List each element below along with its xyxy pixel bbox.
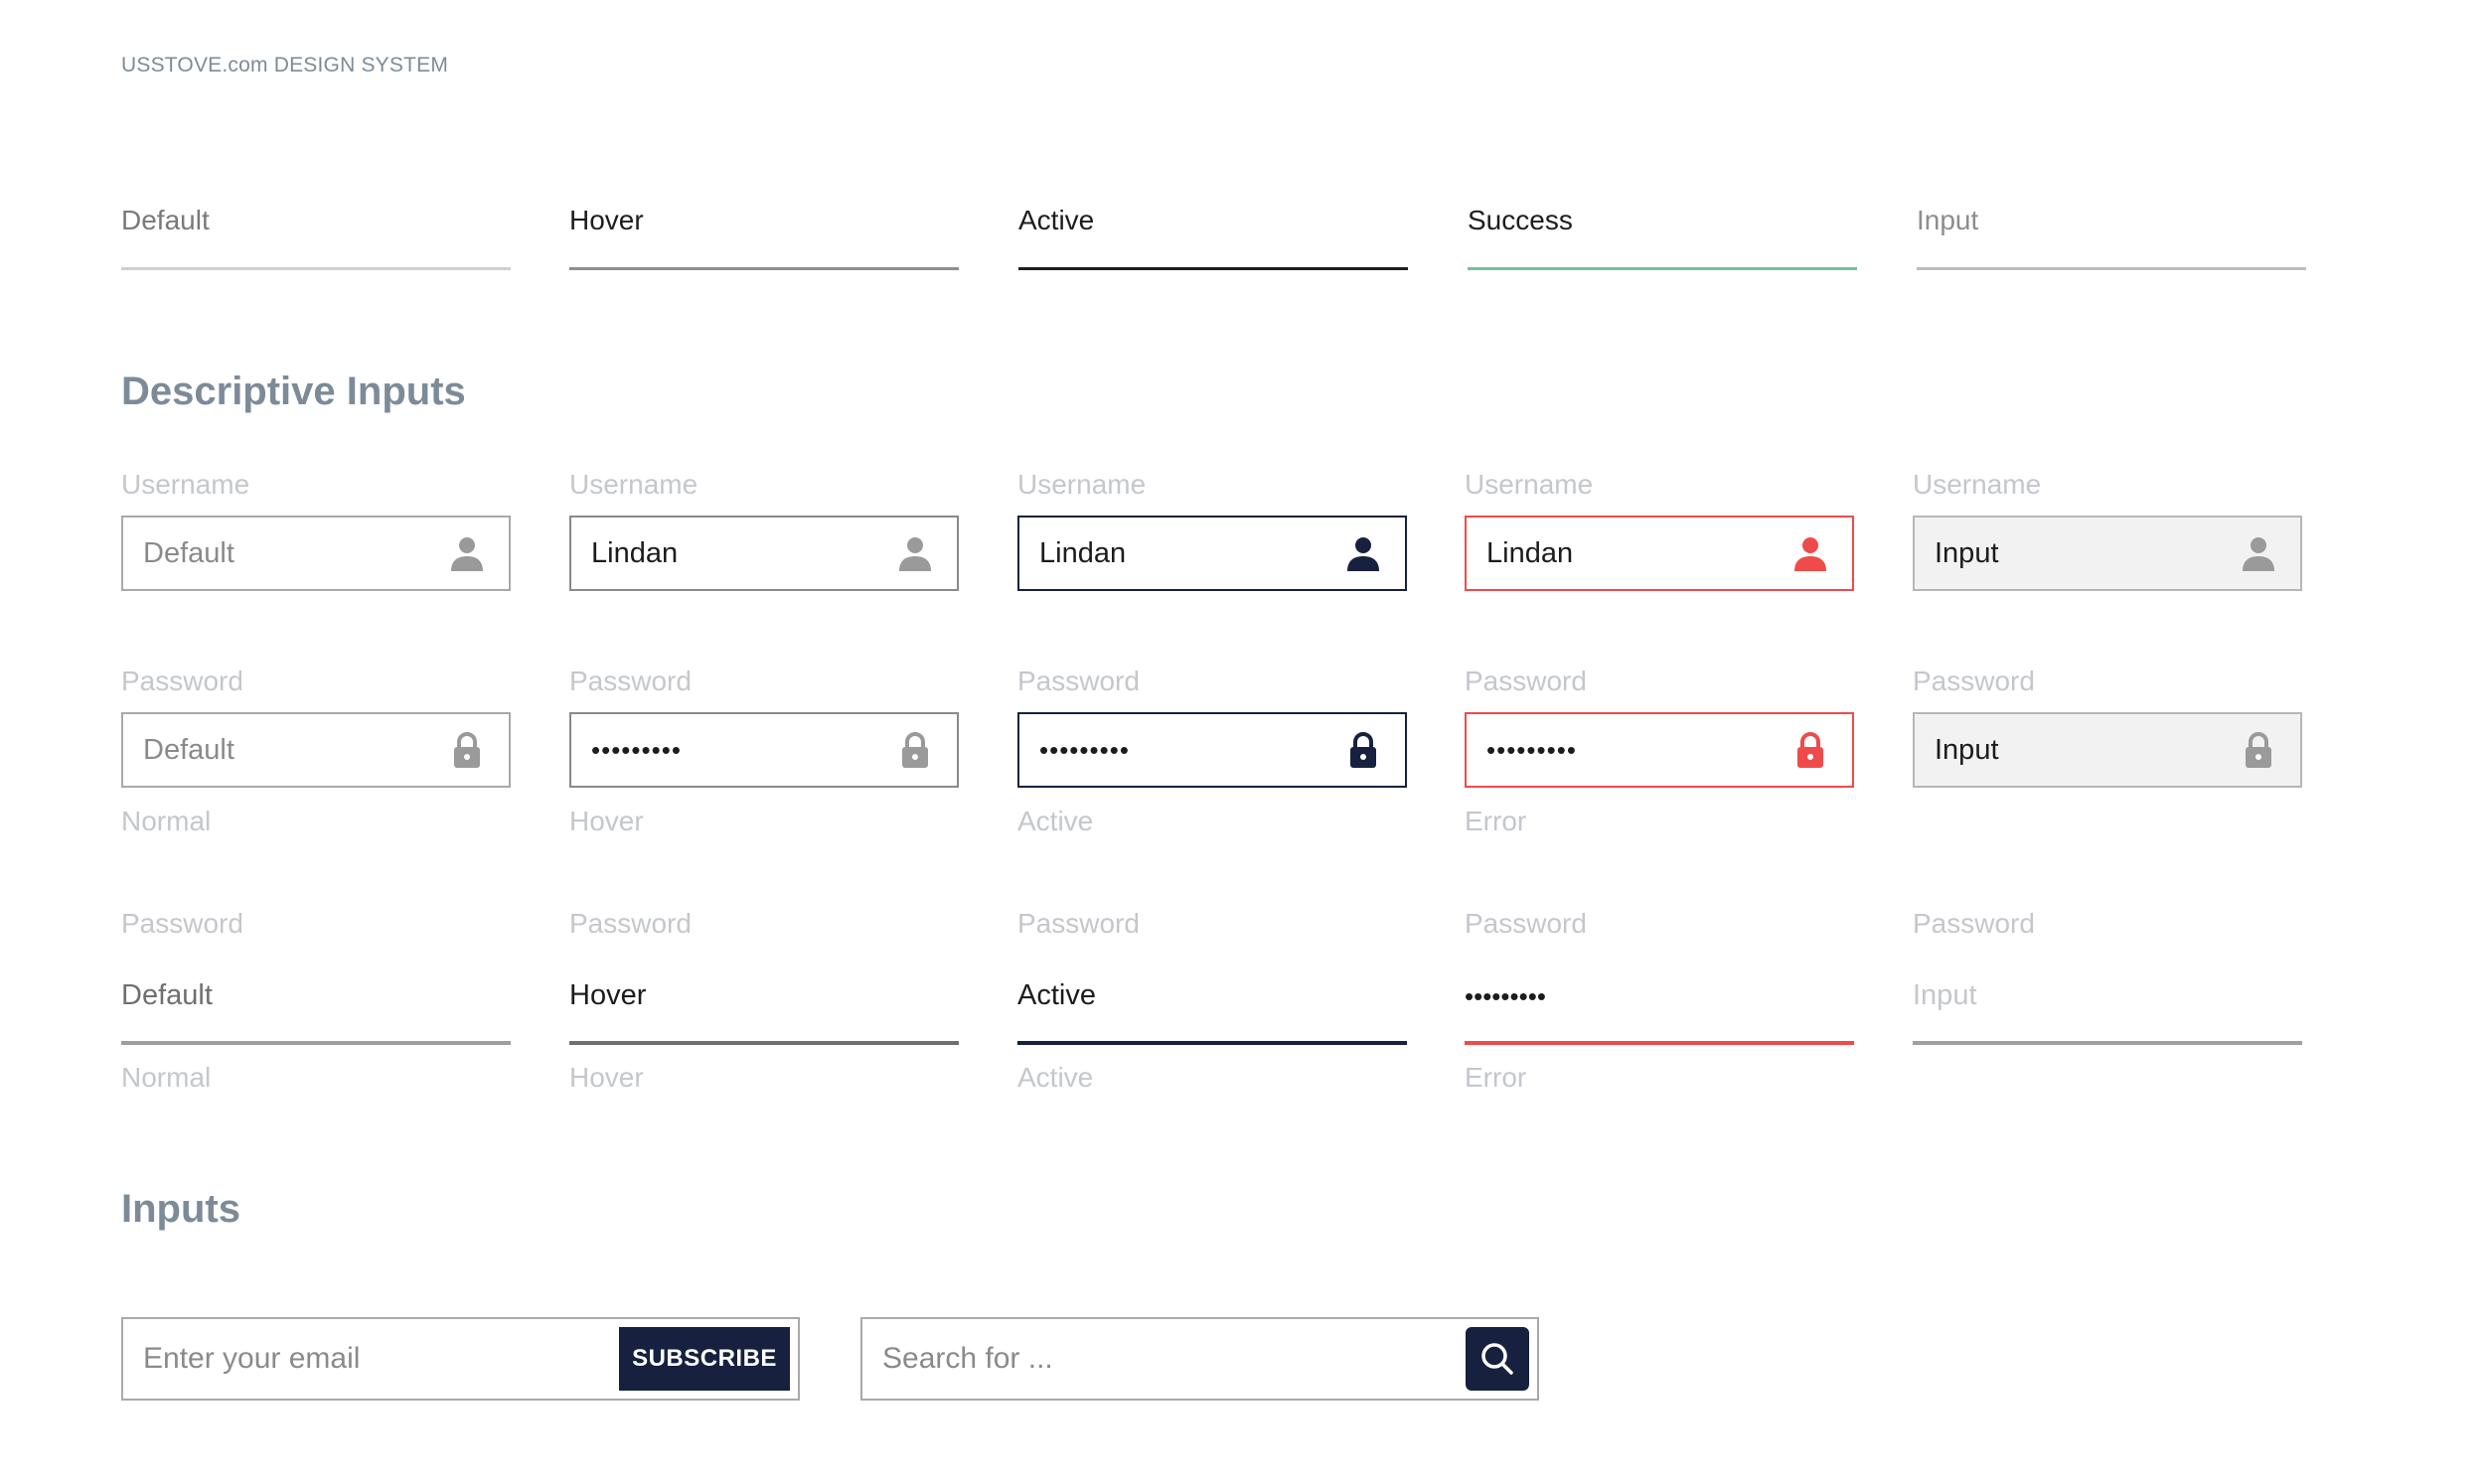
top-input-underline-hover[interactable] <box>569 267 959 270</box>
password-value: Default <box>143 734 234 766</box>
top-input-underline-default[interactable] <box>121 267 511 270</box>
underline-password-value-disabled[interactable]: Input <box>1913 979 1977 1012</box>
top-input-label-success: Success <box>1468 205 1573 235</box>
password-field-error[interactable]: ••••••••• <box>1465 712 1854 788</box>
underline-password-caption: Normal <box>121 1062 212 1093</box>
top-input-underline-success[interactable] <box>1468 267 1857 270</box>
search-input[interactable] <box>882 1319 1439 1399</box>
underline-password-label: Password <box>1017 908 1140 939</box>
email-input[interactable] <box>143 1319 610 1399</box>
password-state-caption: Active <box>1017 806 1094 836</box>
top-input-underline-active[interactable] <box>1018 267 1408 270</box>
password-state-caption: Normal <box>121 806 212 836</box>
top-input-underline-input[interactable] <box>1917 267 2306 270</box>
user-icon <box>895 533 935 573</box>
lock-icon <box>2239 730 2278 770</box>
underline-password-label: Password <box>1465 908 1587 939</box>
underline-password-caption: Hover <box>569 1062 644 1093</box>
search-form <box>860 1317 1539 1401</box>
underline-password-label: Password <box>121 908 243 939</box>
password-value: Input <box>1935 734 1999 766</box>
user-icon <box>2239 533 2278 573</box>
password-label: Password <box>121 666 243 696</box>
lock-icon <box>1790 730 1830 770</box>
underline-password-value-hover[interactable]: Hover <box>569 979 646 1012</box>
username-label: Username <box>1913 469 2042 500</box>
top-input-label-active: Active <box>1018 205 1095 235</box>
search-button[interactable] <box>1466 1327 1529 1391</box>
password-label: Password <box>1017 666 1140 696</box>
password-field-hover[interactable]: ••••••••• <box>569 712 959 788</box>
username-field-default[interactable]: Default <box>121 516 511 591</box>
underline-password-line-disabled <box>1913 1041 2302 1045</box>
password-state-caption: Error <box>1465 806 1527 836</box>
top-input-label-input: Input <box>1917 205 1979 235</box>
underline-password-line-hover <box>569 1041 959 1045</box>
lock-icon <box>895 730 935 770</box>
brand-title: USSTOVE.com DESIGN SYSTEM <box>121 54 449 76</box>
username-label: Username <box>1465 469 1594 500</box>
username-field-hover[interactable]: Lindan <box>569 516 959 591</box>
user-icon <box>1343 533 1383 573</box>
section-title-descriptive: Descriptive Inputs <box>121 370 466 413</box>
password-label: Password <box>1913 666 2035 696</box>
underline-password-label: Password <box>1913 908 2035 939</box>
top-input-label-default: Default <box>121 205 210 235</box>
password-state-caption: Hover <box>569 806 644 836</box>
username-field-error[interactable]: Lindan <box>1465 516 1854 591</box>
underline-password-caption: Active <box>1017 1062 1094 1093</box>
lock-icon <box>1343 730 1383 770</box>
search-icon <box>1481 1343 1513 1375</box>
password-label: Password <box>569 666 692 696</box>
underline-password-value-default[interactable]: Default <box>121 979 213 1012</box>
username-value: Input <box>1935 537 1999 569</box>
lock-icon <box>447 730 487 770</box>
subscribe-form: SUBSCRIBE <box>121 1317 800 1401</box>
password-value: ••••••••• <box>1039 735 1130 765</box>
username-value: Lindan <box>591 537 679 569</box>
username-field-disabled[interactable]: Input <box>1913 516 2302 591</box>
underline-password-value-active[interactable]: Active <box>1017 979 1096 1012</box>
password-value: ••••••••• <box>1486 735 1577 765</box>
password-value: ••••••••• <box>591 735 682 765</box>
underline-password-line-active <box>1017 1041 1407 1045</box>
section-title-inputs: Inputs <box>121 1187 240 1231</box>
underline-password-value-error[interactable]: ••••••••• <box>1465 981 1546 1012</box>
password-field-disabled[interactable]: Input <box>1913 712 2302 788</box>
username-field-active[interactable]: Lindan <box>1017 516 1407 591</box>
underline-password-caption: Error <box>1465 1062 1527 1093</box>
username-label: Username <box>569 469 699 500</box>
password-field-default[interactable]: Default <box>121 712 511 788</box>
password-label: Password <box>1465 666 1587 696</box>
username-label: Username <box>1017 469 1147 500</box>
top-input-label-hover: Hover <box>569 205 644 235</box>
username-value: Lindan <box>1486 537 1574 569</box>
user-icon <box>447 533 487 573</box>
username-label: Username <box>121 469 250 500</box>
user-icon <box>1790 533 1830 573</box>
username-value: Lindan <box>1039 537 1127 569</box>
subscribe-button[interactable]: SUBSCRIBE <box>619 1327 790 1391</box>
password-field-active[interactable]: ••••••••• <box>1017 712 1407 788</box>
underline-password-line-error <box>1465 1041 1854 1045</box>
username-value: Default <box>143 537 234 569</box>
underline-password-label: Password <box>569 908 692 939</box>
underline-password-line-default <box>121 1041 511 1045</box>
